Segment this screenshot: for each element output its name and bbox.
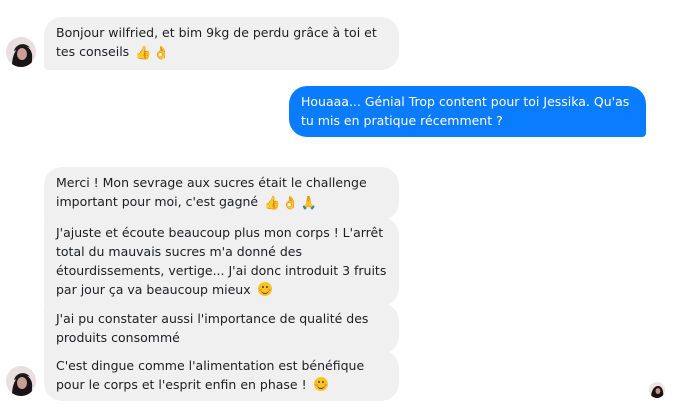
thumbs-up-emoji-icon: 👍 [135, 46, 152, 61]
message-bubble-outgoing[interactable]: Houaaa... Génial Trop content pour toi J… [289, 86, 646, 137]
ok-hand-emoji-icon: 👌 [153, 46, 170, 61]
folded-hands-emoji-icon: 🙏 [300, 196, 317, 211]
contact-avatar-icon[interactable] [6, 366, 36, 396]
message-text: Houaaa... Génial Trop content pour toi J… [301, 94, 630, 128]
message-text: J'ajuste et écoute beaucoup plus mon cor… [56, 225, 387, 297]
message-text: Bonjour wilfried, et bim 9kg de perdu gr… [56, 25, 377, 59]
smiling-face-emoji-icon [313, 377, 328, 391]
message-bubble-incoming[interactable]: Merci ! Mon sevrage aux sucres était le … [44, 167, 399, 220]
message-text: Merci ! Mon sevrage aux sucres était le … [56, 175, 367, 209]
smiling-face-emoji-icon [257, 282, 272, 296]
seen-avatar-icon [649, 382, 665, 398]
message-text: J'ai pu constater aussi l'importance de … [56, 311, 369, 345]
message-bubble-incoming[interactable]: J'ajuste et écoute beaucoup plus mon cor… [44, 217, 399, 306]
ok-hand-emoji-icon: 👌 [282, 196, 299, 211]
message-bubble-incoming[interactable]: J'ai pu constater aussi l'importance de … [44, 303, 399, 354]
thumbs-up-emoji-icon: 👍 [264, 196, 281, 211]
contact-avatar-icon[interactable] [6, 37, 36, 67]
message-bubble-incoming[interactable]: Bonjour wilfried, et bim 9kg de perdu gr… [44, 17, 399, 70]
message-bubble-incoming[interactable]: C'est dingue comme l'alimentation est bé… [44, 350, 399, 401]
